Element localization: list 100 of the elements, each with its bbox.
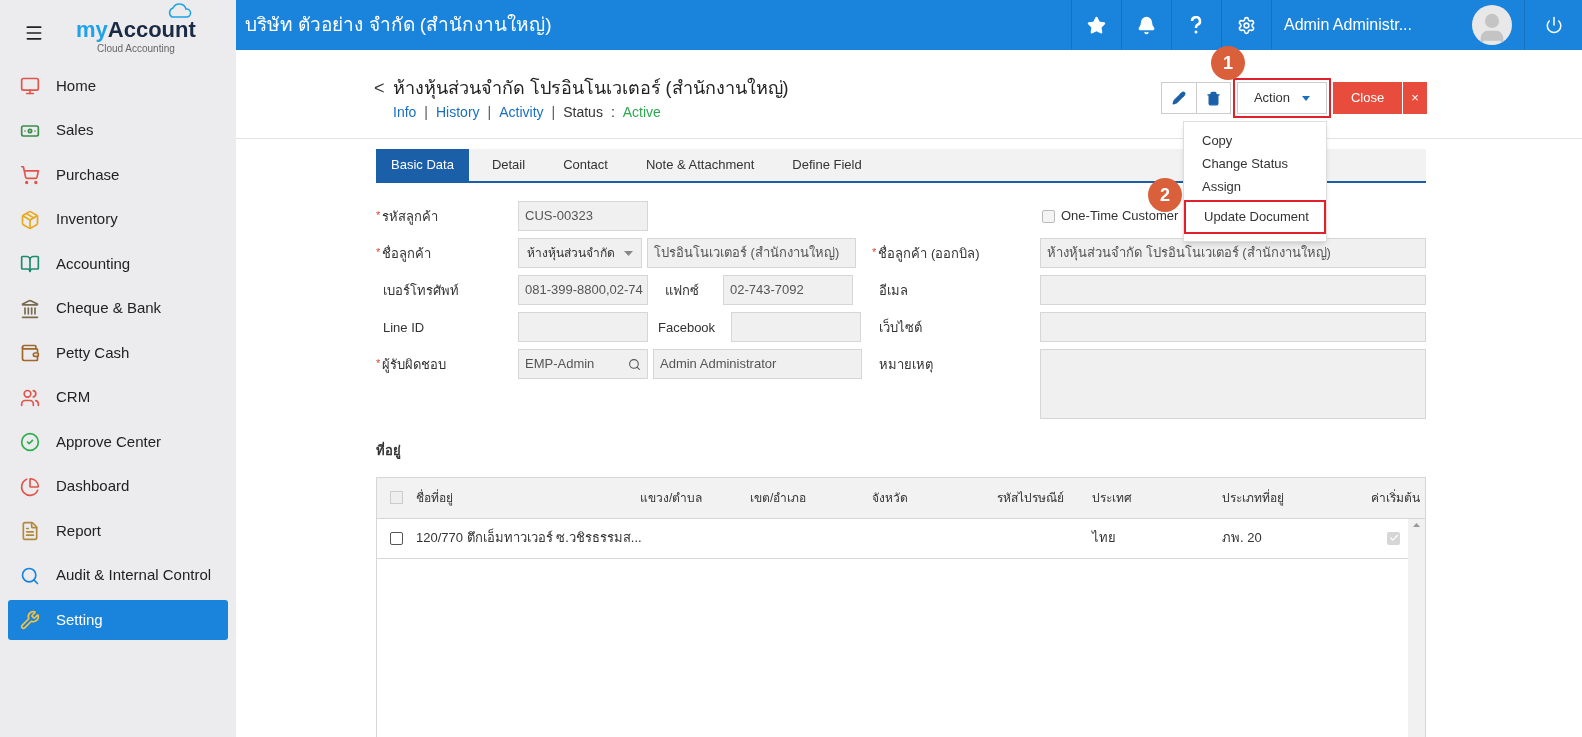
column-header: รหัสไปรษณีย์ (996, 489, 1065, 507)
edit-button[interactable] (1161, 82, 1197, 114)
input-field[interactable] (518, 312, 648, 342)
input-field[interactable]: ห้างหุ้นส่วนจำกัด โปรอินโนเวเตอร์ (สำนักงานใหญ่) (1040, 238, 1426, 268)
close-button[interactable]: Close (1333, 82, 1402, 114)
scrollbar[interactable] (1408, 518, 1425, 737)
link-separator: | (424, 103, 428, 122)
sidebar-item[interactable]: CRM (8, 377, 228, 418)
status-separator: : (610, 103, 615, 122)
field-label: ผู้รับผิดชอบ (382, 356, 447, 375)
table-row[interactable]: 120/770 ตึกเอ็มทาวเวอร์ ซ.วชิรธรรมส... ไทย ภพ. 20 (377, 518, 1408, 559)
input-field[interactable] (731, 312, 861, 342)
required-mark: * (872, 245, 877, 260)
book-icon (20, 254, 40, 274)
close-x-button[interactable]: × (1403, 82, 1427, 114)
sidebar-item[interactable]: Petty Cash (8, 333, 228, 373)
sidebar-item[interactable]: Approve Center (8, 422, 228, 462)
tab[interactable]: Define Field (777, 149, 877, 181)
tab[interactable]: Note & Attachment (630, 149, 770, 181)
company-name: บริษัท ตัวอย่าง จำกัด (สำนักงานใหญ่) (244, 12, 553, 37)
pie-chart-icon (20, 476, 40, 497)
avatar[interactable] (1472, 5, 1512, 45)
header-link[interactable]: History (436, 102, 480, 123)
field-label: Line ID (383, 319, 425, 337)
header-link[interactable]: Activity (499, 102, 544, 123)
input-field[interactable]: CUS-00323 (518, 201, 648, 231)
callout-badge: 2 (1148, 178, 1182, 212)
sidebar-item[interactable]: Sales (8, 110, 228, 151)
input-field[interactable] (1040, 275, 1426, 305)
box-icon (20, 209, 40, 230)
column-header: ประเทศ (1092, 489, 1133, 507)
bank-icon (20, 298, 40, 319)
column-header: ชื่อที่อยู่ (416, 488, 454, 507)
action-button[interactable]: Action (1237, 82, 1327, 114)
trash-icon (1206, 90, 1221, 106)
sidebar-item[interactable]: Cheque & Bank (8, 288, 228, 329)
field-label: เว็บไซต์ (879, 318, 922, 337)
row-checkbox[interactable] (390, 531, 403, 545)
column-header: ค่าเริ่มต้น (1370, 488, 1420, 507)
menu-item[interactable]: Copy (1184, 129, 1326, 152)
help-icon[interactable] (1190, 16, 1203, 34)
user-name[interactable]: Admin Administr... (1283, 13, 1412, 37)
menu-icon[interactable] (24, 23, 44, 43)
column-header: เขต/อำเภอ (750, 489, 808, 507)
wallet-icon (20, 343, 40, 363)
menu-item[interactable]: Update Document (1184, 200, 1326, 234)
column-header: จังหวัด (872, 489, 909, 507)
star-icon[interactable] (1086, 15, 1106, 35)
section-title: ที่อยู่ (376, 441, 402, 461)
tab[interactable]: Basic Data (376, 149, 469, 181)
caret-icon (1302, 95, 1311, 101)
bell-icon[interactable] (1136, 15, 1156, 35)
check-circle-icon (20, 432, 40, 452)
header-link[interactable]: Info (393, 102, 417, 123)
delete-button[interactable] (1197, 82, 1231, 114)
status-value: Active (622, 103, 661, 122)
sidebar-item[interactable]: Accounting (8, 244, 228, 284)
status-label: Status (563, 103, 603, 122)
tab[interactable]: Detail (476, 149, 541, 181)
menu-item[interactable]: Assign (1184, 175, 1326, 198)
input-field[interactable]: 02-743-7092 (723, 275, 853, 305)
search-icon[interactable] (628, 357, 641, 371)
document-icon (20, 521, 40, 541)
menu-item[interactable]: Change Status (1184, 152, 1326, 175)
scroll-up-icon[interactable] (1413, 522, 1420, 527)
input-field[interactable] (1040, 312, 1426, 342)
power-icon[interactable] (1544, 16, 1563, 34)
input-field[interactable]: 081-399-8800,02-74 (518, 275, 648, 305)
input-field[interactable]: โปรอินโนเวเตอร์ (สำนักงานใหญ่) (647, 238, 856, 268)
input-field[interactable]: EMP-Admin (518, 349, 648, 379)
field-label: แฟกซ์ (665, 282, 699, 300)
caret-icon (624, 250, 633, 256)
tab[interactable]: Contact (548, 149, 623, 181)
input-field[interactable]: Admin Administrator (653, 349, 862, 379)
people-icon (20, 387, 40, 408)
sidebar-item[interactable]: Setting (8, 600, 228, 640)
field-label: ชื่อลูกค้า (382, 244, 432, 264)
column-header: ประเภทที่อยู่ (1222, 488, 1285, 507)
column-header: แขวง/ตำบล (640, 489, 704, 507)
wrench-icon (20, 610, 40, 630)
monitor-icon (20, 76, 40, 96)
table-cell: 120/770 ตึกเอ็มทาวเวอร์ ซ.วชิรธรรมส... (416, 528, 640, 548)
settings-icon[interactable] (1236, 15, 1256, 35)
logo-tagline: Cloud Accounting (96, 42, 175, 56)
sidebar-item[interactable]: Audit & Internal Control (8, 555, 228, 596)
select-field[interactable]: ห้างหุ้นส่วนจำกัด (518, 238, 642, 268)
field-label: หมายเหตุ (879, 356, 933, 375)
cart-icon (20, 165, 40, 185)
callout-badge: 1 (1211, 46, 1245, 80)
sidebar-item[interactable]: Purchase (8, 155, 228, 195)
table-cell-text: ไทย (1092, 529, 1117, 548)
sidebar-item[interactable]: Dashboard (8, 466, 228, 507)
required-mark: * (376, 356, 381, 371)
sidebar-item[interactable]: Inventory (8, 199, 228, 240)
input-field[interactable] (1040, 349, 1426, 419)
back-button[interactable]: < (374, 75, 385, 102)
sidebar-item[interactable]: Report (8, 511, 228, 551)
sidebar-item[interactable]: Home (8, 66, 228, 106)
checkbox[interactable] (1042, 209, 1055, 223)
required-mark: * (376, 245, 381, 260)
